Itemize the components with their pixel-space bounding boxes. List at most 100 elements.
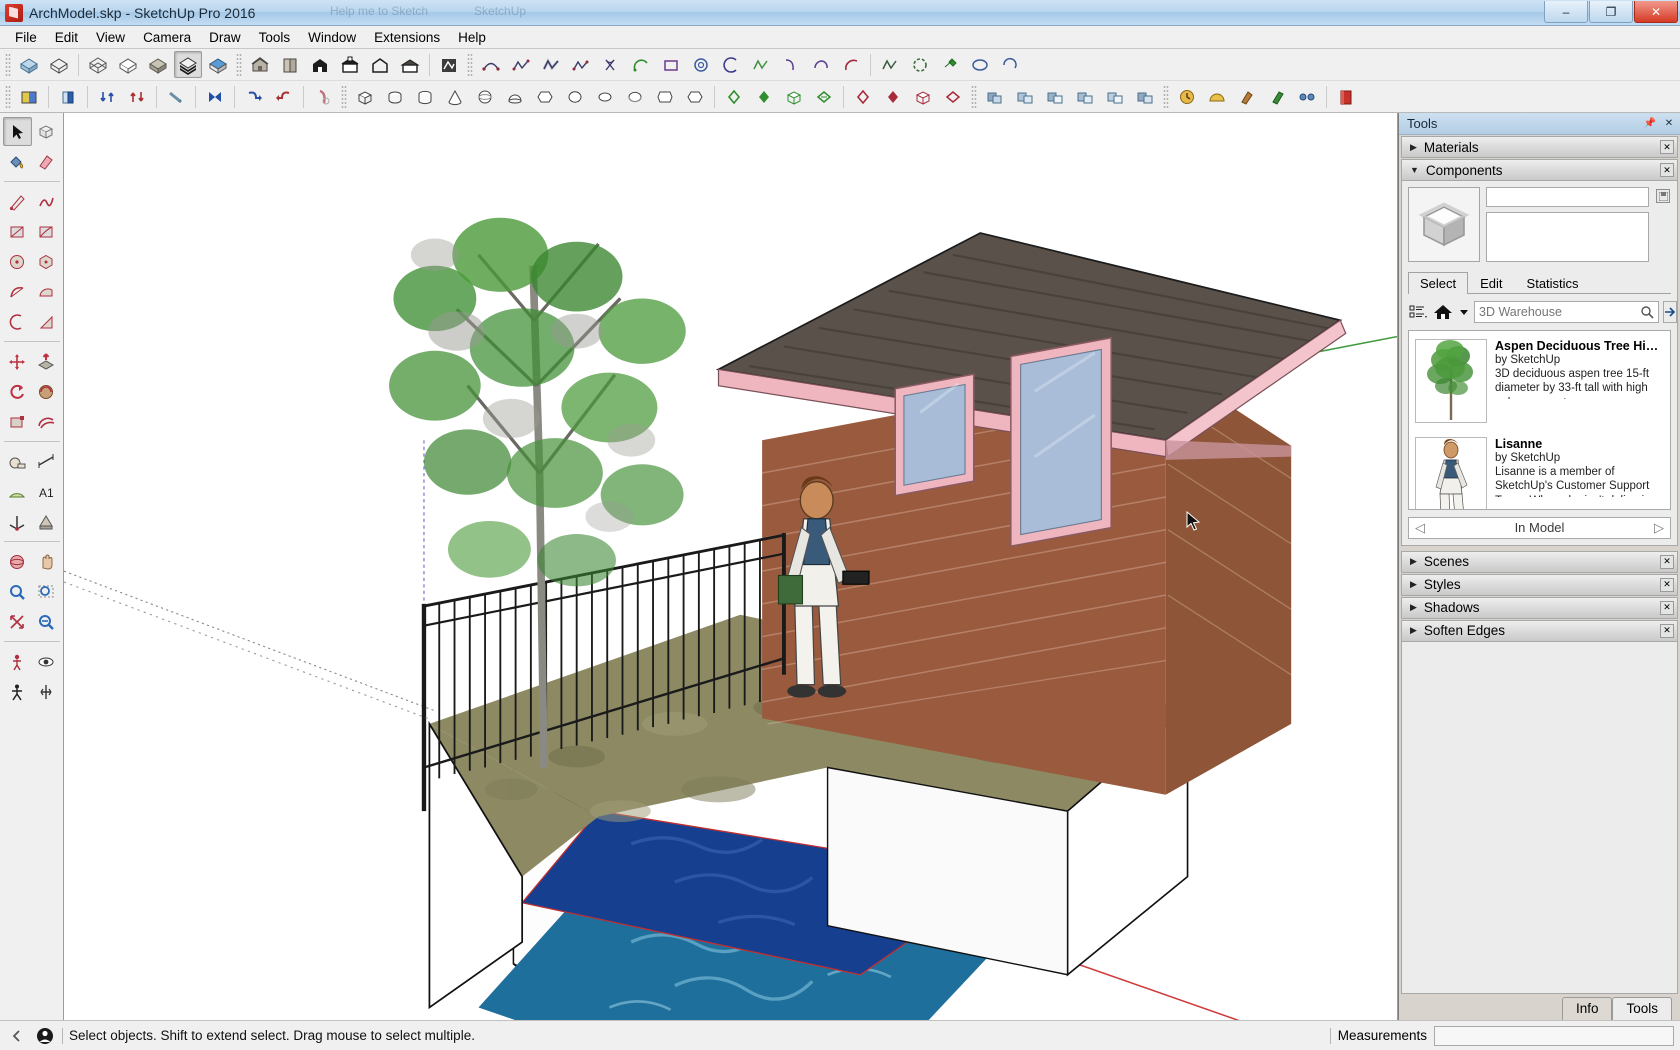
boolean-intersect-button[interactable]: [879, 83, 907, 110]
tool-offset-button[interactable]: [32, 407, 61, 436]
chevron-down-icon[interactable]: [1458, 301, 1470, 323]
arc-rectangle-button[interactable]: [657, 51, 685, 78]
menu-view[interactable]: View: [87, 27, 134, 48]
tool-section-plane-button[interactable]: [32, 677, 61, 706]
tool-zoom-extents-button[interactable]: [3, 607, 32, 636]
toolbar-grip[interactable]: [971, 84, 977, 109]
solid-tools-trim-button[interactable]: [810, 83, 838, 110]
tool-paint-bucket-button[interactable]: [3, 147, 32, 176]
tool-text-button[interactable]: A1: [32, 477, 61, 506]
adv-sun-button[interactable]: [1203, 83, 1231, 110]
home-icon[interactable]: [1432, 301, 1454, 323]
component-save-icon[interactable]: [1656, 189, 1670, 203]
tool-zoom-button[interactable]: [3, 577, 32, 606]
tool-circle-button[interactable]: [3, 247, 32, 276]
toolbar-grip[interactable]: [341, 84, 347, 109]
in-model-next-icon[interactable]: ▷: [1654, 520, 1664, 536]
solid-trim-button[interactable]: [966, 51, 994, 78]
shape-pyramid-button[interactable]: [561, 83, 589, 110]
panel-close-scenes[interactable]: ✕: [1660, 554, 1674, 569]
tab-edit[interactable]: Edit: [1468, 272, 1514, 294]
list-item[interactable]: Lisanne by SketchUp Lisanne is a member …: [1409, 429, 1670, 509]
modeling-viewport[interactable]: [64, 113, 1398, 1020]
dyn-interact-button[interactable]: [201, 83, 229, 110]
dyn-component-options-button[interactable]: [240, 83, 268, 110]
style-hidden-line-button[interactable]: [114, 51, 142, 78]
panel-header-soften-edges[interactable]: ▶ Soften Edges ✕: [1401, 619, 1678, 642]
toolbar-grip[interactable]: [467, 52, 473, 77]
tool-look-around-button[interactable]: [32, 647, 61, 676]
boolean-union-button[interactable]: [849, 83, 877, 110]
adv-clock-button[interactable]: [1173, 83, 1201, 110]
tray-tab-info[interactable]: Info: [1561, 997, 1613, 1020]
adv-lock-button[interactable]: [1263, 83, 1291, 110]
arc-3point-button[interactable]: [777, 51, 805, 78]
list-item[interactable]: Aspen Deciduous Tree High Pol... by Sket…: [1409, 331, 1670, 429]
arc-freehand-button[interactable]: [747, 51, 775, 78]
panel-header-components[interactable]: ▼ Components ✕: [1401, 159, 1678, 181]
sandbox-add-detail-button[interactable]: [567, 51, 595, 78]
layer-add-button[interactable]: [981, 83, 1009, 110]
style-back-edges-button[interactable]: [45, 51, 73, 78]
solid-split-button[interactable]: [996, 51, 1024, 78]
arc-rotated-rect-button[interactable]: [837, 51, 865, 78]
shape-rounded-box-button[interactable]: [381, 83, 409, 110]
walk-position-camera-button[interactable]: [93, 83, 121, 110]
panel-close-soften-edges[interactable]: ✕: [1660, 623, 1674, 638]
tool-pie-button[interactable]: [32, 307, 61, 336]
layer-group1-button[interactable]: [1011, 83, 1039, 110]
layer-group2-button[interactable]: [1041, 83, 1069, 110]
section-display-button[interactable]: [54, 83, 82, 110]
style-monochrome-button[interactable]: [204, 51, 232, 78]
list-view-icon[interactable]: [1408, 301, 1428, 323]
shape-box-button[interactable]: [351, 83, 379, 110]
person-icon[interactable]: [34, 1025, 56, 1047]
tool-follow-me-button[interactable]: [32, 377, 61, 406]
toolbar-grip[interactable]: [5, 84, 11, 109]
in-model-bar[interactable]: ◁ In Model ▷: [1408, 516, 1671, 539]
tool-tape-measure-button[interactable]: [3, 447, 32, 476]
style-xray-button[interactable]: [15, 51, 43, 78]
toolbar-grip[interactable]: [236, 52, 242, 77]
shape-sphere-button[interactable]: [471, 83, 499, 110]
tool-dimension-button[interactable]: [32, 447, 61, 476]
section-plane-button[interactable]: [15, 83, 43, 110]
component-results-list[interactable]: Aspen Deciduous Tree High Pol... by Sket…: [1408, 330, 1671, 510]
sandbox-stamp-button[interactable]: [507, 51, 535, 78]
boolean-split-button[interactable]: [939, 83, 967, 110]
measurements-input[interactable]: [1434, 1025, 1674, 1046]
tool-previous-view-button[interactable]: [32, 607, 61, 636]
style-shaded-textures-button[interactable]: [174, 51, 202, 78]
layer-group5-button[interactable]: [1131, 83, 1159, 110]
panel-header-shadows[interactable]: ▶ Shadows ✕: [1401, 596, 1678, 619]
view-back-button[interactable]: [366, 51, 394, 78]
tool-polygon-button[interactable]: [32, 247, 61, 276]
search-go-button[interactable]: [1663, 301, 1677, 323]
tool-push-pull-button[interactable]: [32, 347, 61, 376]
shape-wedge-button[interactable]: [651, 83, 679, 110]
view-front-button[interactable]: [306, 51, 334, 78]
maximize-button[interactable]: ❐: [1589, 1, 1633, 23]
menu-draw[interactable]: Draw: [200, 27, 250, 48]
shape-cylinder-button[interactable]: [411, 83, 439, 110]
menu-file[interactable]: File: [6, 27, 46, 48]
tool-rotated-rectangle-button[interactable]: [32, 217, 61, 246]
close-button[interactable]: ✕: [1634, 1, 1678, 23]
panel-header-materials[interactable]: ▶ Materials ✕: [1401, 136, 1678, 158]
solid-tools-intersect-button[interactable]: [750, 83, 778, 110]
shape-cone-button[interactable]: [441, 83, 469, 110]
arc-2point-button[interactable]: [627, 51, 655, 78]
panel-close-styles[interactable]: ✕: [1660, 577, 1674, 592]
tool-walk-button[interactable]: [3, 677, 32, 706]
panel-close-shadows[interactable]: ✕: [1660, 600, 1674, 615]
shape-slab-button[interactable]: [681, 83, 709, 110]
tool-position-camera-button[interactable]: [3, 647, 32, 676]
tool-eraser-button[interactable]: [32, 147, 61, 176]
tool-3d-text-button[interactable]: [32, 507, 61, 536]
solid-tools-union-button[interactable]: [720, 83, 748, 110]
menu-extensions[interactable]: Extensions: [365, 27, 449, 48]
menu-window[interactable]: Window: [299, 27, 365, 48]
tool-rectangle-button[interactable]: [3, 217, 32, 246]
walk-walk-button[interactable]: [123, 83, 151, 110]
panel-header-styles[interactable]: ▶ Styles ✕: [1401, 573, 1678, 596]
